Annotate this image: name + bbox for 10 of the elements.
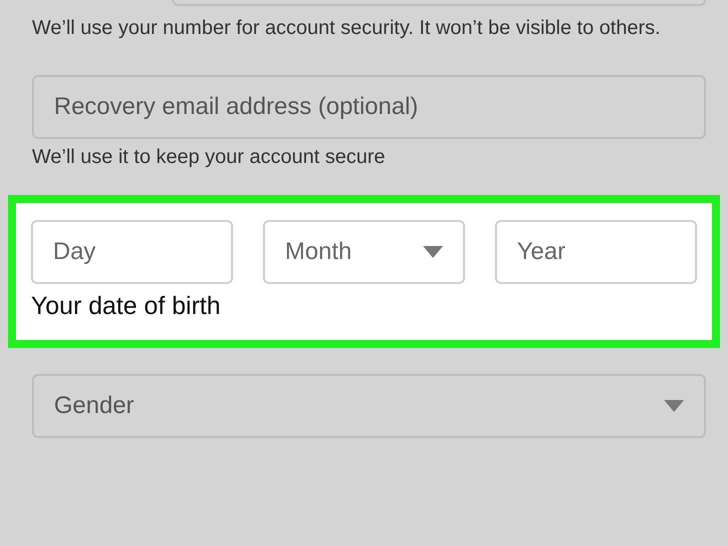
caret-icon xyxy=(423,246,443,258)
helper-text: We’ll use your number for account security. It won’t be visible to others. xyxy=(32,16,662,41)
helper-text: We’ll use it to keep your account secure xyxy=(32,145,386,170)
date-field[interactable]: Day xyxy=(31,220,233,284)
gender-dropdown[interactable]: Gender xyxy=(32,374,706,438)
field-label: Your date of birth xyxy=(31,291,222,322)
caret-icon xyxy=(664,400,684,412)
date-field[interactable]: Year xyxy=(495,220,697,284)
month-dropdown[interactable]: Month xyxy=(263,220,465,284)
email-field[interactable]: Recovery email address (optional) xyxy=(32,75,706,139)
